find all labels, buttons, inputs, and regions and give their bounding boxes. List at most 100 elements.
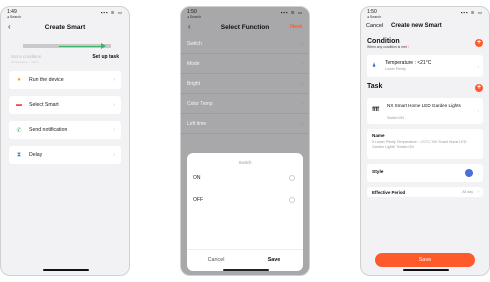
sheet-buttons: Cancel Save (187, 251, 303, 269)
choice-label: ON (193, 175, 201, 181)
function-label: Color Temp (187, 100, 213, 107)
step-progress (11, 42, 119, 50)
page-title: Select Function (220, 23, 270, 31)
chevron-right-icon: › (113, 152, 115, 158)
effective-period-value: All day (462, 190, 473, 194)
condition-item-location: Lower Plenty (385, 67, 406, 71)
function-list: Switch › Mode › Bright › Color Temp › Left t… (181, 34, 309, 134)
chevron-right-icon: › (477, 108, 480, 114)
style-color-swatch (465, 169, 473, 177)
chevron-right-icon: › (301, 60, 303, 67)
effective-period-row[interactable]: Effective Period All day › (367, 187, 483, 197)
chevron-right-icon: › (477, 171, 480, 177)
style-label: Style (372, 170, 384, 175)
arrow-right-icon (101, 43, 106, 49)
thermometer-icon: 🌢 (372, 62, 377, 69)
status-bar: 1:50 ◂ Search ▪▪▪ ≋ ▭ (181, 7, 309, 20)
task-item-label: NX Smart Home LED Garden Lights (387, 103, 461, 108)
option-label: Delay (29, 152, 43, 158)
switch-sheet: Switch ON OFF Cancel Save (187, 153, 303, 271)
function-row-color-temp[interactable]: Color Temp › (181, 94, 309, 114)
brand-logo-icon: ffff (372, 106, 379, 113)
chevron-right-icon: › (301, 40, 303, 47)
condition-match-selector[interactable]: When any condition is met › (367, 45, 483, 49)
add-task-button[interactable]: + (475, 84, 483, 92)
next-button[interactable]: Next (290, 24, 302, 30)
system-icons: ▪▪▪ ≋ ▭ (460, 10, 483, 15)
chevron-right-icon: › (113, 127, 115, 133)
chevron-right-icon: › (477, 63, 480, 69)
back-to-search-link[interactable]: ◂ Search (187, 15, 201, 19)
option-label: Send notification (29, 127, 68, 133)
save-button[interactable]: Save (375, 253, 475, 267)
condition-heading: Condition (367, 38, 400, 45)
step-set-up-task: Set up task (92, 54, 119, 60)
navbar: Cancel Create new Smart (361, 20, 489, 34)
task-section-header: Task + (367, 83, 483, 95)
back-chevron-icon[interactable]: ‹ (8, 22, 11, 31)
function-label: Switch (187, 40, 202, 47)
page-title: Create new Smart (391, 23, 442, 29)
status-bar: 1:50 ◂ Search ▪▪▪ ≋ ▭ (361, 7, 489, 20)
sheet-title: Switch (238, 160, 252, 165)
home-indicator (403, 269, 449, 271)
function-row-switch[interactable]: Switch › (181, 34, 309, 54)
function-row-mode[interactable]: Mode › (181, 54, 309, 74)
navbar: ‹ Create Smart (1, 20, 129, 34)
progress-arrow (59, 45, 103, 47)
function-row-bright[interactable]: Bright › (181, 74, 309, 94)
name-label: Name (372, 133, 385, 138)
back-to-search-link[interactable]: ◂ Search (7, 15, 21, 19)
home-indicator (223, 269, 269, 271)
save-button[interactable]: Save (245, 251, 303, 269)
cancel-button[interactable]: Cancel (187, 251, 245, 269)
create-new-smart-screen: 1:50 ◂ Search ▪▪▪ ≋ ▭ Cancel Create new … (360, 6, 490, 276)
back-chevron-icon[interactable]: ‹ (188, 22, 191, 31)
function-label: Left time (187, 120, 207, 127)
status-bar: 1:49 ◂ Search ▪▪▪ ≋ ▭ (1, 7, 129, 20)
option-label: Select Smart (29, 102, 59, 108)
option-send-notification[interactable]: ✆ Send notification › (9, 121, 121, 139)
system-icons: ▪▪▪ ≋ ▭ (100, 10, 123, 15)
navbar: ‹ Select Function Next (181, 20, 309, 34)
step-labels: Set a condition Temperature : <21°C Set … (11, 54, 119, 64)
home-indicator (43, 269, 89, 271)
name-field[interactable]: Name If Lower Plenty Temperature : <21°C… (367, 129, 483, 159)
style-row[interactable]: Style › (367, 164, 483, 182)
choice-on[interactable]: ON (187, 169, 303, 187)
effective-period-label: Effective Period (372, 190, 406, 195)
back-to-search-link[interactable]: ◂ Search (367, 15, 381, 19)
chevron-right-icon: › (477, 189, 480, 194)
function-row-left-time[interactable]: Left time › (181, 114, 309, 134)
select-function-screen: 1:50 ◂ Search ▪▪▪ ≋ ▭ ‹ Select Function … (180, 6, 310, 276)
radio-button[interactable] (289, 175, 295, 181)
chevron-right-icon: › (113, 102, 115, 108)
notification-icon: ✆ (16, 127, 22, 134)
divider (187, 249, 303, 250)
condition-section-header: Condition When any condition is met › + (367, 38, 483, 52)
function-label: Bright (187, 80, 201, 87)
add-condition-button[interactable]: + (475, 39, 483, 47)
page-title: Create Smart (44, 23, 86, 31)
task-item[interactable]: ffff NX Smart Home LED Garden Lights Swi… (367, 98, 483, 124)
name-value: If Lower Plenty Temperature : <21°C,"NX … (372, 140, 467, 149)
option-run-device[interactable]: ● Run the device › (9, 71, 121, 89)
system-icons: ▪▪▪ ≋ ▭ (280, 10, 303, 15)
chevron-right-icon: › (113, 77, 115, 83)
radio-button[interactable] (289, 197, 295, 203)
option-select-smart[interactable]: ▬ Select Smart › (9, 96, 121, 114)
option-delay[interactable]: ⧗ Delay › (9, 146, 121, 164)
chevron-right-icon: › (301, 100, 303, 107)
choice-label: OFF (193, 197, 203, 203)
choice-off[interactable]: OFF (187, 191, 303, 209)
cancel-button[interactable]: Cancel (366, 23, 383, 29)
option-label: Run the device (29, 77, 64, 83)
hand-tap-icon: ● (17, 77, 21, 83)
scene-icon: ▬ (16, 102, 22, 108)
chevron-right-icon: › (301, 80, 303, 87)
condition-item[interactable]: 🌢 Temperature : <21°C Lower Plenty › (367, 55, 483, 77)
condition-item-label: Temperature : <21°C (385, 60, 432, 66)
hourglass-icon: ⧗ (16, 151, 22, 158)
create-smart-screen: 1:49 ◂ Search ▪▪▪ ≋ ▭ ‹ Create Smart Set… (0, 6, 130, 276)
step-set-condition: Set a condition Temperature : <21°C (11, 54, 42, 64)
